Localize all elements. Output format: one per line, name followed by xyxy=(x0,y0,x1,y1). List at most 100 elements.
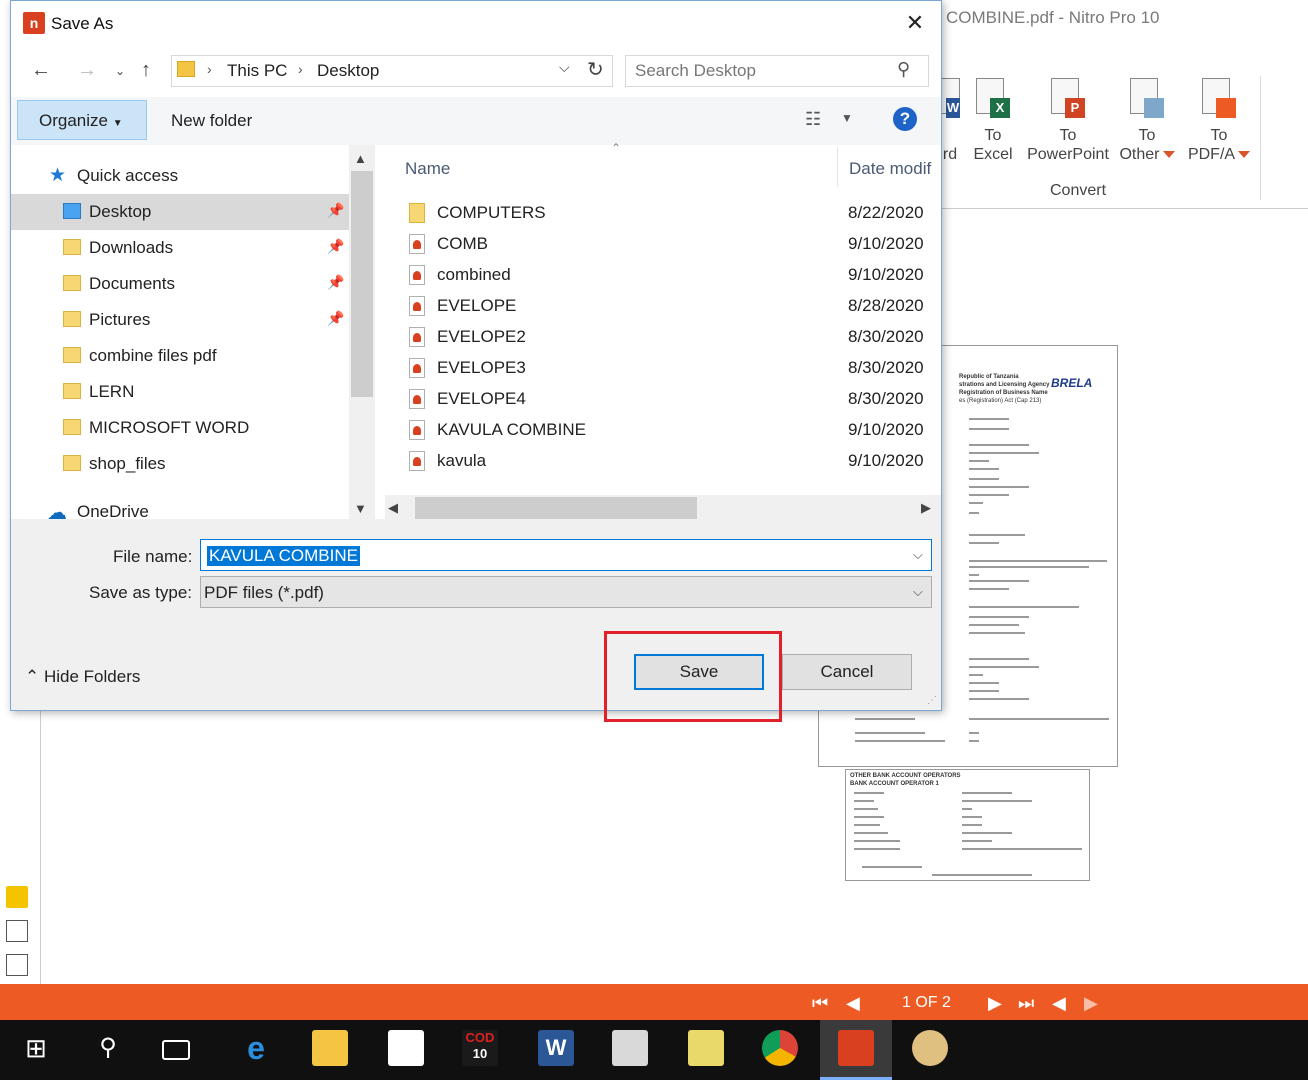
nav-item-downloads[interactable]: Downloads 📌 xyxy=(11,230,349,266)
file-row[interactable]: EVELOPE2 8/30/2020 xyxy=(405,322,941,352)
to-other-button[interactable]: To Other xyxy=(1114,78,1180,164)
forward-icon[interactable]: → xyxy=(77,59,97,82)
next-page-icon[interactable]: ▶ xyxy=(988,993,1002,1014)
file-name: KAVULA COMBINE xyxy=(437,420,586,439)
breadcrumb-this-pc[interactable]: This PC xyxy=(227,61,287,81)
snipping-tool-icon[interactable] xyxy=(612,1030,648,1066)
chevron-down-icon[interactable]: ⌵ xyxy=(913,584,923,600)
file-date: 8/30/2020 xyxy=(848,327,924,346)
pin-icon[interactable]: 📌 xyxy=(327,274,344,291)
chevron-down-icon[interactable]: ⌵ xyxy=(913,547,923,563)
pin-icon[interactable]: 📌 xyxy=(327,238,344,255)
breadcrumb-desktop[interactable]: Desktop xyxy=(317,61,379,81)
nav-label-downloads: Downloads xyxy=(89,238,174,257)
file-row[interactable]: KAVULA COMBINE 9/10/2020 xyxy=(405,415,941,445)
file-name: kavula xyxy=(437,451,487,470)
nav-item-shop-files[interactable]: shop_files xyxy=(11,446,349,482)
file-row[interactable]: COMB 9/10/2020 xyxy=(405,229,941,259)
view-dropdown-icon[interactable]: ▼ xyxy=(841,111,853,125)
scroll-up-icon[interactable]: ▲ xyxy=(354,151,367,166)
column-divider[interactable] xyxy=(837,147,838,187)
pdfa-icon xyxy=(1202,78,1236,120)
dialog-titlebar[interactable] xyxy=(11,1,941,45)
scroll-right-icon[interactable]: ▶ xyxy=(921,500,931,516)
word-icon[interactable]: W xyxy=(538,1030,574,1066)
pin-icon[interactable]: 📌 xyxy=(327,310,344,327)
file-row[interactable]: EVELOPE3 8/30/2020 xyxy=(405,353,941,383)
file-row[interactable]: EVELOPE4 8/30/2020 xyxy=(405,384,941,414)
to-pdfa-label-1: To xyxy=(1210,127,1228,144)
page-indicator[interactable]: 1 OF 2 xyxy=(902,994,951,1012)
hide-folders-button[interactable]: ⌃ Hide Folders xyxy=(25,667,140,687)
up-folder-icon[interactable]: ↑ xyxy=(141,59,151,82)
edge-icon[interactable]: e xyxy=(238,1030,274,1066)
resize-grip-icon[interactable]: ⋰ xyxy=(927,695,937,706)
document-page-2[interactable]: OTHER BANK ACCOUNT OPERATORS BANK ACCOUN… xyxy=(845,769,1090,881)
file-row[interactable]: EVELOPE 8/28/2020 xyxy=(405,291,941,321)
to-powerpoint-label-2: PowerPoint xyxy=(1027,146,1109,163)
column-header-date[interactable]: Date modif xyxy=(849,159,931,179)
column-header-name[interactable]: Name xyxy=(405,159,450,179)
file-name: COMPUTERS xyxy=(437,203,546,222)
to-other-label-2: Other xyxy=(1119,146,1160,163)
to-pdfa-button[interactable]: To PDF/A xyxy=(1184,78,1254,164)
nav-onedrive[interactable]: ☁ OneDrive xyxy=(11,494,349,519)
horizontal-scrollbar-thumb[interactable] xyxy=(415,497,697,519)
nav-item-microsoft-word[interactable]: MICROSOFT WORD xyxy=(11,410,349,446)
to-powerpoint-button[interactable]: P To PowerPoint xyxy=(1024,78,1112,164)
first-page-icon[interactable]: ⏮ xyxy=(812,993,828,1014)
nav-label-pictures: Pictures xyxy=(89,310,151,329)
cancel-button[interactable]: Cancel xyxy=(782,654,912,690)
chrome-icon[interactable] xyxy=(762,1030,798,1066)
attachment-icon[interactable] xyxy=(6,920,28,942)
scroll-down-icon[interactable]: ▼ xyxy=(354,501,367,516)
file-date: 8/28/2020 xyxy=(848,296,924,315)
comment-icon[interactable] xyxy=(6,886,28,908)
outline-icon[interactable] xyxy=(6,954,28,976)
file-row[interactable]: combined 9/10/2020 xyxy=(405,260,941,290)
dialog-title: Save As xyxy=(51,14,114,33)
view-options-icon[interactable]: ☷ xyxy=(805,109,821,130)
close-icon[interactable]: ✕ xyxy=(903,11,927,35)
back-icon[interactable]: ← xyxy=(31,59,51,82)
nav-item-combine-files-pdf[interactable]: combine files pdf xyxy=(11,338,349,374)
to-word-button-partial[interactable]: W rd xyxy=(940,78,960,164)
nav-item-documents[interactable]: Documents 📌 xyxy=(11,266,349,302)
nav-item-desktop[interactable]: Desktop 📌 xyxy=(11,194,349,230)
file-name-value[interactable]: KAVULA COMBINE xyxy=(207,546,360,566)
scroll-left-icon[interactable]: ◀ xyxy=(388,500,398,516)
file-row[interactable]: kavula 9/10/2020 xyxy=(405,446,941,476)
search-icon[interactable]: ⚲ xyxy=(897,59,910,80)
doc-heading-4: es (Registration) Act (Cap 213) xyxy=(959,398,1042,404)
new-folder-button[interactable]: New folder xyxy=(171,111,252,131)
refresh-icon[interactable]: ↻ xyxy=(587,57,604,82)
last-page-icon[interactable]: ⏭ xyxy=(1018,993,1034,1014)
pin-icon[interactable]: 📌 xyxy=(327,202,344,219)
windows-start-icon[interactable]: ⊞ xyxy=(18,1030,54,1066)
file-row[interactable]: COMPUTERS 8/22/2020 xyxy=(405,198,941,228)
save-as-dialog: n Save As ✕ ← → ⌄ ↑ › This PC › Desktop … xyxy=(10,0,942,711)
sticky-notes-icon[interactable] xyxy=(688,1030,724,1066)
to-excel-button[interactable]: X To Excel xyxy=(968,78,1018,164)
cod10-icon[interactable]: COD 10 xyxy=(462,1030,498,1066)
back-view-icon[interactable]: ◀ xyxy=(1052,993,1066,1014)
dropdown-caret-icon: ▼ xyxy=(112,118,123,129)
save-type-label: Save as type: xyxy=(89,583,193,602)
breadcrumb-separator-icon[interactable]: › xyxy=(207,61,212,77)
help-icon[interactable]: ? xyxy=(893,107,917,131)
nav-quick-access[interactable]: ★ Quick access xyxy=(11,158,349,194)
forward-view-icon[interactable]: ▶ xyxy=(1084,993,1098,1014)
recent-locations-icon[interactable]: ⌄ xyxy=(115,64,125,78)
nav-scrollbar-thumb[interactable] xyxy=(351,171,373,397)
task-view-icon[interactable] xyxy=(162,1040,190,1060)
store-icon[interactable] xyxy=(388,1030,424,1066)
search-icon[interactable]: ⚲ xyxy=(90,1030,126,1066)
nav-item-pictures[interactable]: Pictures 📌 xyxy=(11,302,349,338)
file-explorer-icon[interactable] xyxy=(312,1030,348,1066)
nav-item-lern[interactable]: LERN xyxy=(11,374,349,410)
previous-page-icon[interactable]: ◀ xyxy=(846,993,860,1014)
breadcrumb-separator-icon[interactable]: › xyxy=(298,61,303,77)
chevron-down-icon[interactable]: ⌵ xyxy=(559,59,570,76)
paint-icon[interactable] xyxy=(912,1030,948,1066)
file-date: 8/30/2020 xyxy=(848,389,924,408)
